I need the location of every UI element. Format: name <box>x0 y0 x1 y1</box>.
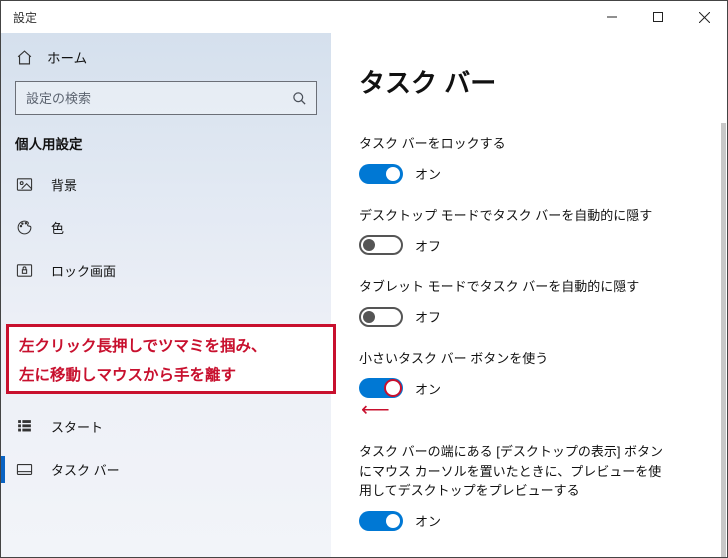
taskbar-icon <box>15 461 33 479</box>
setting-label: デスクトップ モードでタスク バーを自動的に隠す <box>359 206 669 226</box>
toggle-state: オフ <box>415 236 441 255</box>
sidebar: ホーム 個人用設定 背景 <box>1 33 331 557</box>
section-title: 個人用設定 <box>1 133 331 163</box>
setting-small-buttons: 小さいタスク バー ボタンを使う オン ⟵ <box>359 349 721 421</box>
settings-window: 設定 ホーム <box>0 0 728 558</box>
home-nav[interactable]: ホーム <box>1 39 331 81</box>
toggle-autohide-desktop[interactable] <box>359 235 403 255</box>
setting-label: タスク バーをロックする <box>359 134 669 154</box>
toggle-small-buttons[interactable] <box>359 378 403 398</box>
start-icon <box>15 418 33 436</box>
sidebar-item-label: スタート <box>51 417 103 436</box>
page-title: タスク バー <box>359 63 721 100</box>
toggle-state: オフ <box>415 307 441 326</box>
window-title: 設定 <box>13 9 37 26</box>
sidebar-item-label: タスク バー <box>51 460 120 479</box>
minimize-button[interactable] <box>589 1 635 33</box>
setting-autohide-tablet: タブレット モードでタスク バーを自動的に隠す オフ <box>359 277 721 327</box>
annotation-callout: 左クリック長押しでツマミを掴み、 左に移動しマウスから手を離す <box>6 324 336 394</box>
sidebar-item-taskbar[interactable]: タスク バー <box>1 448 331 491</box>
vertical-scrollbar[interactable] <box>721 123 726 557</box>
callout-line-1: 左クリック長押しでツマミを掴み、 <box>19 333 323 362</box>
annotation-arrow-left-icon: ⟵ <box>359 400 721 420</box>
toggle-lock-taskbar[interactable] <box>359 164 403 184</box>
toggle-autohide-tablet[interactable] <box>359 307 403 327</box>
setting-label: 小さいタスク バー ボタンを使う <box>359 349 669 369</box>
window-controls <box>589 1 727 33</box>
sidebar-item-start[interactable]: スタート <box>1 405 331 448</box>
picture-icon <box>15 176 33 194</box>
sidebar-item-colors[interactable]: 色 <box>1 206 331 249</box>
toggle-peek-desktop[interactable] <box>359 511 403 531</box>
toggle-state: オン <box>415 379 441 398</box>
close-button[interactable] <box>681 1 727 33</box>
home-label: ホーム <box>47 47 87 67</box>
search-input[interactable] <box>16 82 282 114</box>
setting-lock-taskbar: タスク バーをロックする オン <box>359 134 721 184</box>
setting-label: タスク バーの端にある [デスクトップの表示] ボタンにマウス カーソルを置いた… <box>359 442 669 501</box>
setting-autohide-desktop: デスクトップ モードでタスク バーを自動的に隠す オフ <box>359 206 721 256</box>
sidebar-item-label: 色 <box>51 218 64 237</box>
setting-peek-desktop: タスク バーの端にある [デスクトップの表示] ボタンにマウス カーソルを置いた… <box>359 442 721 531</box>
callout-line-2: 左に移動しマウスから手を離す <box>19 362 323 391</box>
palette-icon <box>15 219 33 237</box>
setting-label: タブレット モードでタスク バーを自動的に隠す <box>359 277 669 297</box>
title-bar: 設定 <box>1 1 727 33</box>
sidebar-item-label: ロック画面 <box>51 261 116 280</box>
toggle-state: オン <box>415 164 441 183</box>
lockscreen-icon <box>15 262 33 280</box>
sidebar-item-lockscreen[interactable]: ロック画面 <box>1 249 331 292</box>
sidebar-item-label: 背景 <box>51 175 77 194</box>
toggle-state: オン <box>415 511 441 530</box>
sidebar-item-background[interactable]: 背景 <box>1 163 331 206</box>
content-pane: タスク バー タスク バーをロックする オン デスクトップ モードでタスク バー… <box>331 33 727 557</box>
home-icon <box>15 48 33 66</box>
maximize-button[interactable] <box>635 1 681 33</box>
search-box[interactable] <box>15 81 317 115</box>
search-icon <box>282 91 316 106</box>
